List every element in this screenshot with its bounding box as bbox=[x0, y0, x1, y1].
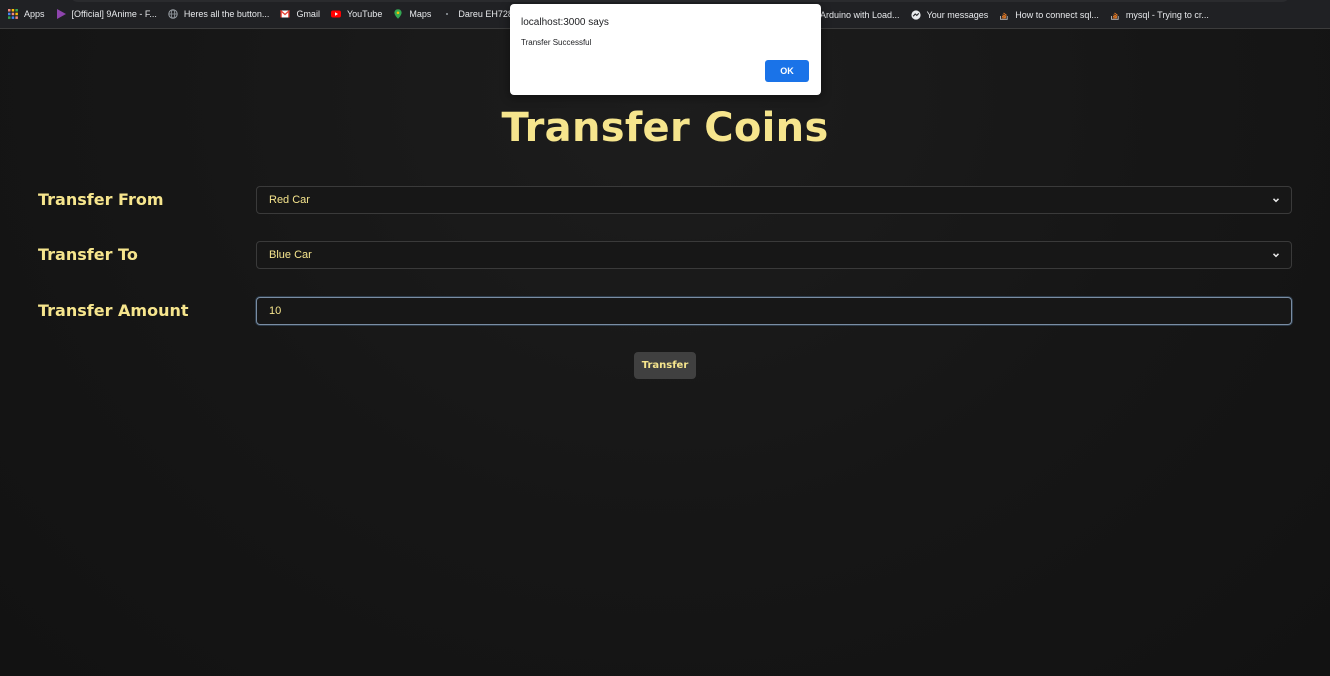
bookmark-label: Arduino with Load... bbox=[820, 9, 900, 20]
maps-pin-icon bbox=[393, 9, 403, 19]
transfer-from-row: Transfer From Red Car bbox=[38, 186, 1292, 214]
bookmark-label: Maps bbox=[409, 9, 432, 19]
bookmark-arduino[interactable]: Arduino with Load... bbox=[820, 10, 900, 20]
youtube-icon bbox=[330, 9, 341, 19]
bookmark-youtube[interactable]: YouTube bbox=[330, 9, 383, 19]
transfer-amount-row: Transfer Amount 10 bbox=[38, 297, 1292, 325]
page-content: Transfer Coins Transfer From Red Car Tra… bbox=[0, 29, 1330, 676]
transfer-to-value: Blue Car bbox=[269, 249, 312, 261]
transfer-amount-input[interactable]: 10 bbox=[256, 297, 1292, 325]
gmail-icon bbox=[280, 9, 291, 19]
bookmark-label: How to connect sql... bbox=[1015, 9, 1099, 20]
dot-icon bbox=[442, 9, 452, 19]
bookmark-mysql[interactable]: mysql - Trying to cr... bbox=[1110, 10, 1209, 20]
bookmark-connect-sql[interactable]: How to connect sql... bbox=[999, 10, 1099, 20]
apps-grid-icon bbox=[8, 9, 18, 19]
dialog-message: Transfer Successful bbox=[521, 38, 592, 47]
transfer-from-label: Transfer From bbox=[38, 190, 164, 209]
transfer-from-select[interactable]: Red Car bbox=[256, 186, 1292, 214]
bookmark-label: [Official] 9Anime - F... bbox=[71, 9, 157, 19]
transfer-amount-value: 10 bbox=[269, 305, 282, 317]
transfer-from-value: Red Car bbox=[269, 194, 310, 206]
bookmark-buttons[interactable]: Heres all the button... bbox=[168, 9, 270, 19]
page-title: Transfer Coins bbox=[501, 105, 829, 151]
transfer-button[interactable]: Transfer bbox=[634, 352, 696, 379]
play-icon bbox=[56, 9, 66, 19]
bookmark-gmail[interactable]: Gmail bbox=[280, 9, 320, 19]
transfer-to-select[interactable]: Blue Car bbox=[256, 241, 1292, 269]
globe-icon bbox=[168, 9, 178, 19]
stackoverflow-icon bbox=[999, 10, 1009, 20]
alert-dialog: localhost:3000 says Transfer Successful … bbox=[510, 4, 821, 95]
transfer-to-label: Transfer To bbox=[38, 245, 138, 264]
transfer-to-row: Transfer To Blue Car bbox=[38, 241, 1292, 269]
bookmark-label: YouTube bbox=[346, 9, 383, 19]
bookmark-label: Gmail bbox=[296, 9, 320, 19]
stackoverflow-icon bbox=[1110, 10, 1120, 20]
messenger-icon bbox=[910, 9, 921, 20]
chevron-down-icon bbox=[1271, 250, 1281, 260]
bookmark-9anime[interactable]: [Official] 9Anime - F... bbox=[56, 9, 157, 19]
ok-button[interactable]: OK bbox=[765, 60, 809, 82]
bookmark-label: Your messages bbox=[926, 9, 989, 20]
bookmark-label: mysql - Trying to cr... bbox=[1125, 9, 1209, 20]
dialog-title: localhost:3000 says bbox=[521, 17, 609, 28]
bookmark-messages[interactable]: Your messages bbox=[910, 9, 989, 20]
bookmark-label: Heres all the button... bbox=[183, 9, 270, 19]
transfer-amount-label: Transfer Amount bbox=[38, 301, 189, 320]
bookmarks-right-group: Arduino with Load... Your messages How t… bbox=[820, 0, 1220, 28]
chevron-down-icon bbox=[1271, 195, 1281, 205]
bookmark-label: Apps bbox=[24, 9, 45, 19]
bookmark-maps[interactable]: Maps bbox=[393, 9, 431, 19]
bookmark-apps[interactable]: Apps bbox=[8, 9, 45, 19]
